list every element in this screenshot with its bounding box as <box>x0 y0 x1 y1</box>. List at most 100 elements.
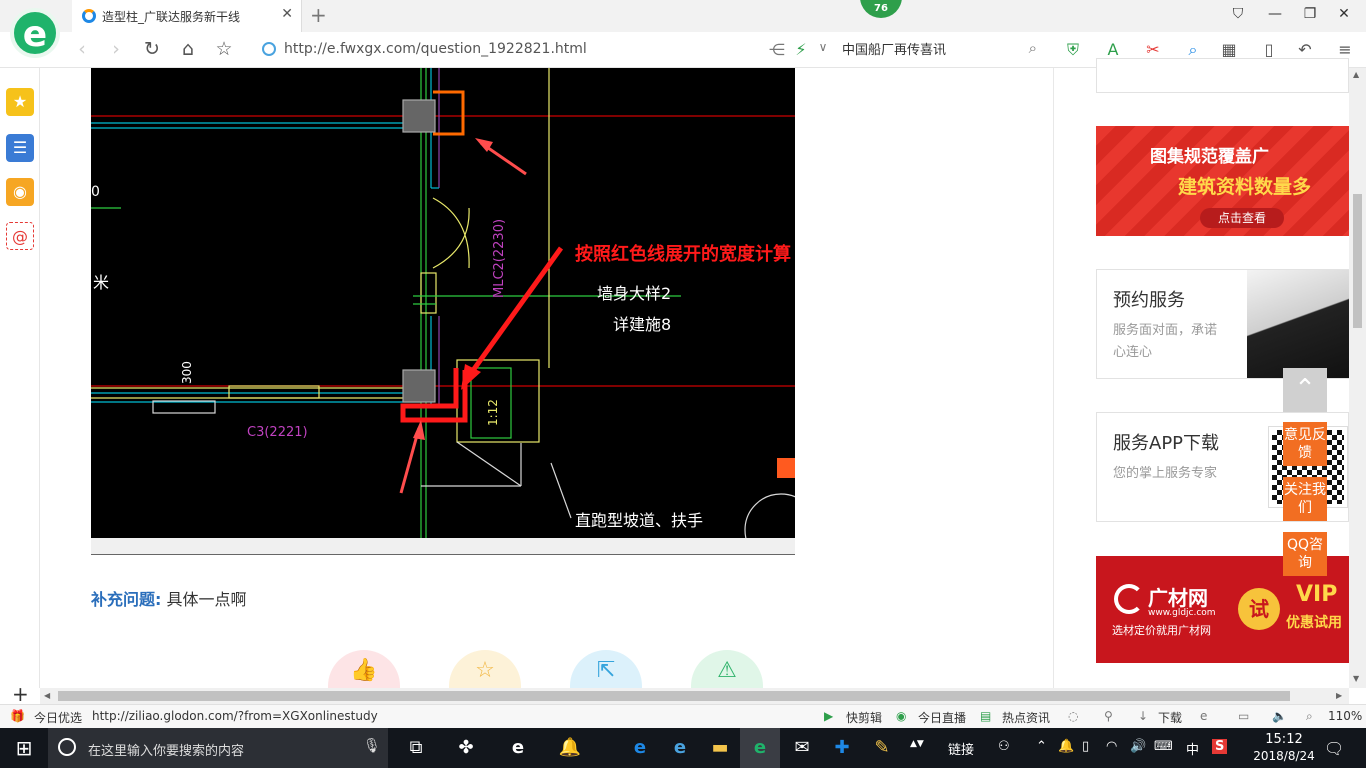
share-box-icon[interactable]: ⇱ <box>570 650 642 688</box>
edge-icon[interactable]: e <box>620 728 660 768</box>
action-center-icon[interactable]: 🗨 <box>1324 739 1344 758</box>
magnifier-icon[interactable]: ⌕ <box>1182 40 1204 60</box>
banner-atlas-button[interactable]: 点击查看 <box>1200 208 1284 228</box>
back-icon[interactable]: ‹ <box>70 38 94 60</box>
clock-time[interactable]: 15:12 <box>1254 732 1314 747</box>
active-browser-icon[interactable]: e <box>740 728 780 768</box>
chevron-down-icon[interactable]: ∨ <box>812 40 834 54</box>
apps-grid-icon[interactable]: ▦ <box>1218 40 1240 59</box>
tray-expand-icon[interactable]: ⌃ <box>1036 739 1047 754</box>
scissors-icon[interactable]: ✂ <box>1142 40 1164 59</box>
favorites-star-icon[interactable]: ★ <box>6 88 34 116</box>
fan-app-icon[interactable]: ✤ <box>446 728 486 768</box>
restore-icon[interactable]: ❐ <box>1300 6 1320 22</box>
browser-logo[interactable]: e <box>10 8 60 58</box>
minimize-icon[interactable]: — <box>1265 6 1285 22</box>
title-bar: 造型柱_广联达服务新干线 ✕ + 76 ⛉ — ❐ ✕ <box>0 0 1366 32</box>
card-appointment[interactable]: 预约服务 服务面对面，承诺心连心 <box>1096 269 1349 379</box>
menu-icon[interactable]: ≡ <box>1334 40 1356 59</box>
search-icon[interactable]: ⌕ <box>1029 39 1037 57</box>
home-icon[interactable]: ⌂ <box>176 38 200 60</box>
address-bar[interactable]: http://e.fwxgx.com/question_1922821.html <box>262 39 762 61</box>
tray-link[interactable]: 链接 <box>948 739 974 758</box>
report-warning-icon[interactable]: ⚠ <box>691 650 763 688</box>
scroll-up-icon[interactable]: ▲ <box>1353 70 1359 79</box>
ime-indicator[interactable]: 中 <box>1186 739 1199 758</box>
gldjc-slogan: 选材定价就用广材网 <box>1112 624 1211 637</box>
scroll-down-icon[interactable]: ▼ <box>1353 674 1359 683</box>
microphone-icon[interactable]: 🎙 <box>363 738 381 754</box>
main-content: 按照红色线展开的宽度计算 长度乘以高度 墙身大样2 详建施8 MLC2(2230… <box>40 68 1054 688</box>
windows-start-icon[interactable]: ⊞ <box>4 728 44 768</box>
banner-atlas[interactable]: 图集规范覆盖广 建筑资料数量多 点击查看 <box>1096 126 1349 236</box>
cad-label-c3: C3(2221) <box>247 425 308 440</box>
refresh-icon[interactable]: ↻ <box>140 38 164 60</box>
volume-icon[interactable]: 🔈 <box>1272 709 1287 723</box>
pin-icon[interactable]: ⚲ <box>1104 709 1113 723</box>
status-zoom[interactable]: 110% <box>1328 709 1362 723</box>
vertical-scrollbar[interactable]: ▲ ▼ <box>1349 68 1366 688</box>
feedback-button[interactable]: 意见反馈 <box>1283 422 1327 466</box>
star-icon[interactable]: ☆ <box>212 38 236 60</box>
ie-mode-icon[interactable]: e <box>1200 709 1207 723</box>
forward-icon[interactable]: › <box>104 38 128 60</box>
reading-list-icon[interactable]: ☰ <box>6 134 34 162</box>
notification-bell-icon[interactable]: 🔔 <box>1058 739 1074 754</box>
live-icon: ◉ <box>896 709 907 723</box>
network-icon[interactable]: ▯ <box>1082 739 1089 754</box>
people-icon[interactable]: ⚇ <box>998 739 1010 754</box>
status-quick-edit[interactable]: 快剪辑 <box>846 709 882 726</box>
keyboard-icon[interactable]: ⌨ <box>1154 739 1173 754</box>
search-input[interactable]: 中国船厂再传喜讯 ⌕ <box>842 39 1037 61</box>
follow-us-button[interactable]: 关注我们 <box>1283 477 1327 521</box>
shield-icon[interactable]: ⛨ <box>1062 40 1084 60</box>
status-live[interactable]: 今日直播 <box>918 709 966 726</box>
taskbar-search[interactable]: 在这里输入你要搜索的内容 🎙 <box>48 728 388 768</box>
cloud-app-icon[interactable]: ✚ <box>822 728 862 768</box>
close-window-icon[interactable]: ✕ <box>1334 6 1354 22</box>
file-explorer-icon[interactable]: ▬ <box>700 728 740 768</box>
supplement-text: 具体一点啊 <box>166 590 247 609</box>
taskbar-scroll-icon[interactable]: ▲▼ <box>910 739 924 749</box>
mail-icon[interactable]: ✉ <box>782 728 822 768</box>
scroll-left-icon[interactable]: ◀ <box>44 691 50 700</box>
speaker-icon[interactable]: 🔊 <box>1130 739 1146 754</box>
scroll-right-icon[interactable]: ▶ <box>1336 691 1342 700</box>
new-tab-icon[interactable]: + <box>310 3 327 27</box>
sogou-ime-icon[interactable]: S <box>1212 739 1228 754</box>
close-tab-icon[interactable]: ✕ <box>281 6 293 22</box>
download-icon: ↓ <box>1138 709 1149 723</box>
horizontal-scroll-thumb[interactable] <box>58 691 1290 701</box>
wifi-icon[interactable]: ◠ <box>1106 739 1117 754</box>
mail-at-icon[interactable]: @ <box>6 222 34 250</box>
add-sidebar-icon[interactable]: + <box>12 682 29 706</box>
notepad-icon[interactable]: ✎ <box>862 728 902 768</box>
browser-e-icon[interactable]: e <box>498 728 538 768</box>
task-view-icon[interactable]: ⧉ <box>396 728 436 768</box>
shirt-icon[interactable]: ⛉ <box>1228 6 1248 22</box>
window-icon[interactable]: ▭ <box>1238 709 1249 723</box>
share-icon[interactable]: ⋲ <box>766 40 788 59</box>
status-news[interactable]: 热点资讯 <box>1002 709 1050 726</box>
clock-date[interactable]: 2018/8/24 <box>1246 749 1322 763</box>
speed-icon[interactable]: ◌ <box>1068 709 1078 723</box>
status-today-picks[interactable]: 今日优选 <box>34 709 82 726</box>
favorite-star-icon[interactable]: ☆ <box>449 650 521 688</box>
back-to-top-icon[interactable]: ⌃ <box>1283 368 1327 412</box>
notification-badge[interactable]: 76 <box>860 0 902 18</box>
zoom-icon[interactable]: ⌕ <box>1306 709 1313 724</box>
status-download[interactable]: 下载 <box>1158 709 1182 726</box>
browser-tab[interactable]: 造型柱_广联达服务新干线 ✕ <box>72 0 302 32</box>
lightning-icon[interactable]: ⚡ <box>790 40 812 59</box>
card-app-subtitle: 您的掌上服务专家 <box>1113 466 1218 481</box>
weibo-icon[interactable]: ◉ <box>6 178 34 206</box>
translate-icon[interactable]: A <box>1102 40 1124 59</box>
tablet-icon[interactable]: ▯ <box>1258 40 1280 59</box>
ie-icon[interactable]: e <box>660 728 700 768</box>
undo-icon[interactable]: ↶ <box>1294 40 1316 59</box>
vertical-scroll-thumb[interactable] <box>1353 194 1362 328</box>
horizontal-scrollbar[interactable]: ◀ ▶ <box>40 688 1349 704</box>
like-icon[interactable]: 👍 <box>328 650 400 688</box>
qq-consult-button[interactable]: QQ咨询 <box>1283 532 1327 576</box>
bell-app-icon[interactable]: 🔔 <box>550 728 590 768</box>
